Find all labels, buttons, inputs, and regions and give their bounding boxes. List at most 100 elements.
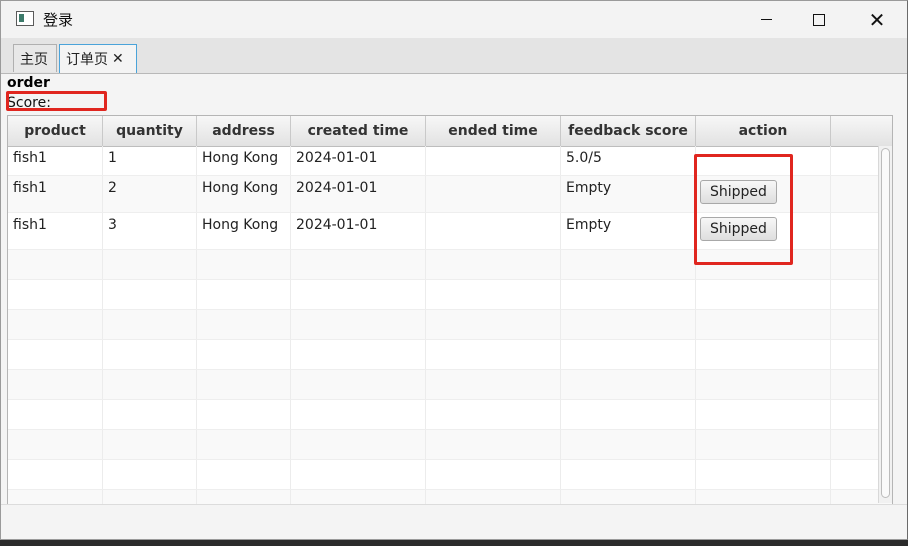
empty-cell xyxy=(197,340,291,369)
cell-product: fish1 xyxy=(8,146,103,175)
cell-ended-time xyxy=(426,213,561,249)
scrollbar-thumb[interactable] xyxy=(881,148,890,498)
empty-cell xyxy=(696,340,831,369)
empty-cell xyxy=(197,400,291,429)
title-bar: 登录 ✕ xyxy=(1,1,907,38)
empty-cell xyxy=(291,400,426,429)
empty-table-row xyxy=(8,310,892,340)
empty-cell xyxy=(291,310,426,339)
empty-cell xyxy=(103,400,197,429)
app-icon xyxy=(16,11,34,26)
empty-cell xyxy=(8,370,103,399)
cell-created-time: 2024-01-01 xyxy=(291,176,426,212)
table-header: product quantity address created time en… xyxy=(8,116,892,147)
empty-table-row xyxy=(8,340,892,370)
cell-product: fish1 xyxy=(8,213,103,249)
empty-cell xyxy=(561,430,696,459)
empty-cell xyxy=(561,460,696,489)
close-button[interactable]: ✕ xyxy=(848,1,906,38)
tab-close-icon[interactable]: ✕ xyxy=(112,51,124,67)
empty-cell xyxy=(696,490,831,504)
empty-cell xyxy=(197,430,291,459)
empty-cell xyxy=(696,400,831,429)
empty-cell xyxy=(103,370,197,399)
cell-feedback-score: Empty xyxy=(561,213,696,249)
column-header-action[interactable]: action xyxy=(696,116,831,146)
empty-cell xyxy=(426,370,561,399)
cell-address: Hong Kong xyxy=(197,176,291,212)
empty-table-row xyxy=(8,490,892,504)
empty-cell xyxy=(426,310,561,339)
column-header-quantity[interactable]: quantity xyxy=(103,116,197,146)
empty-cell xyxy=(291,490,426,504)
empty-cell xyxy=(561,250,696,279)
cell-quantity: 1 xyxy=(103,146,197,175)
empty-cell xyxy=(561,400,696,429)
empty-cell xyxy=(696,310,831,339)
empty-cell xyxy=(426,250,561,279)
empty-cell xyxy=(291,280,426,309)
empty-cell xyxy=(426,340,561,369)
empty-cell xyxy=(197,490,291,504)
column-header-created-time[interactable]: created time xyxy=(291,116,426,146)
tab-home[interactable]: 主页 xyxy=(13,44,57,72)
tab-orders[interactable]: 订单页 ✕ xyxy=(59,44,137,73)
empty-cell xyxy=(426,430,561,459)
empty-cell xyxy=(8,460,103,489)
empty-cell xyxy=(561,280,696,309)
empty-cell xyxy=(561,310,696,339)
cell-quantity: 3 xyxy=(103,213,197,249)
cell-product: fish1 xyxy=(8,176,103,212)
empty-table-row xyxy=(8,430,892,460)
empty-cell xyxy=(696,460,831,489)
column-header-feedback-score[interactable]: feedback score xyxy=(561,116,696,146)
minimize-button[interactable] xyxy=(737,1,795,38)
empty-cell xyxy=(197,280,291,309)
empty-cell xyxy=(8,250,103,279)
empty-cell xyxy=(8,400,103,429)
tab-orders-label: 订单页 xyxy=(66,52,108,68)
empty-cell xyxy=(103,460,197,489)
empty-cell xyxy=(197,370,291,399)
empty-cell xyxy=(103,250,197,279)
empty-cell xyxy=(103,490,197,504)
empty-table-row xyxy=(8,400,892,430)
empty-cell xyxy=(8,340,103,369)
empty-cell xyxy=(291,460,426,489)
empty-cell xyxy=(103,340,197,369)
tab-bar: 主页 订单页 ✕ xyxy=(1,38,907,74)
column-header-address[interactable]: address xyxy=(197,116,291,146)
cell-feedback-score: Empty xyxy=(561,176,696,212)
empty-table-row xyxy=(8,280,892,310)
minimize-icon xyxy=(760,19,772,20)
column-header-product[interactable]: product xyxy=(8,116,103,146)
close-icon: ✕ xyxy=(868,7,886,32)
column-header-filler xyxy=(831,116,892,146)
empty-cell xyxy=(696,370,831,399)
empty-cell xyxy=(197,310,291,339)
highlight-box-score xyxy=(6,91,107,111)
empty-cell xyxy=(561,340,696,369)
empty-cell xyxy=(103,280,197,309)
cell-address: Hong Kong xyxy=(197,146,291,175)
app-window: 登录 ✕ 主页 订单页 ✕ order Score: product quant… xyxy=(0,0,908,540)
column-header-ended-time[interactable]: ended time xyxy=(426,116,561,146)
highlight-box-actions xyxy=(694,154,793,265)
empty-cell xyxy=(197,460,291,489)
cell-quantity: 2 xyxy=(103,176,197,212)
vertical-scrollbar[interactable] xyxy=(878,146,892,503)
empty-cell xyxy=(197,250,291,279)
empty-cell xyxy=(291,340,426,369)
empty-cell xyxy=(696,430,831,459)
cell-feedback-score: 5.0/5 xyxy=(561,146,696,175)
cell-ended-time xyxy=(426,176,561,212)
maximize-button[interactable] xyxy=(790,1,848,38)
empty-cell xyxy=(426,400,561,429)
maximize-icon xyxy=(813,13,825,26)
empty-cell xyxy=(426,280,561,309)
empty-cell xyxy=(103,310,197,339)
bottom-bar xyxy=(1,504,907,539)
empty-cell xyxy=(8,430,103,459)
empty-cell xyxy=(696,280,831,309)
empty-cell xyxy=(561,370,696,399)
